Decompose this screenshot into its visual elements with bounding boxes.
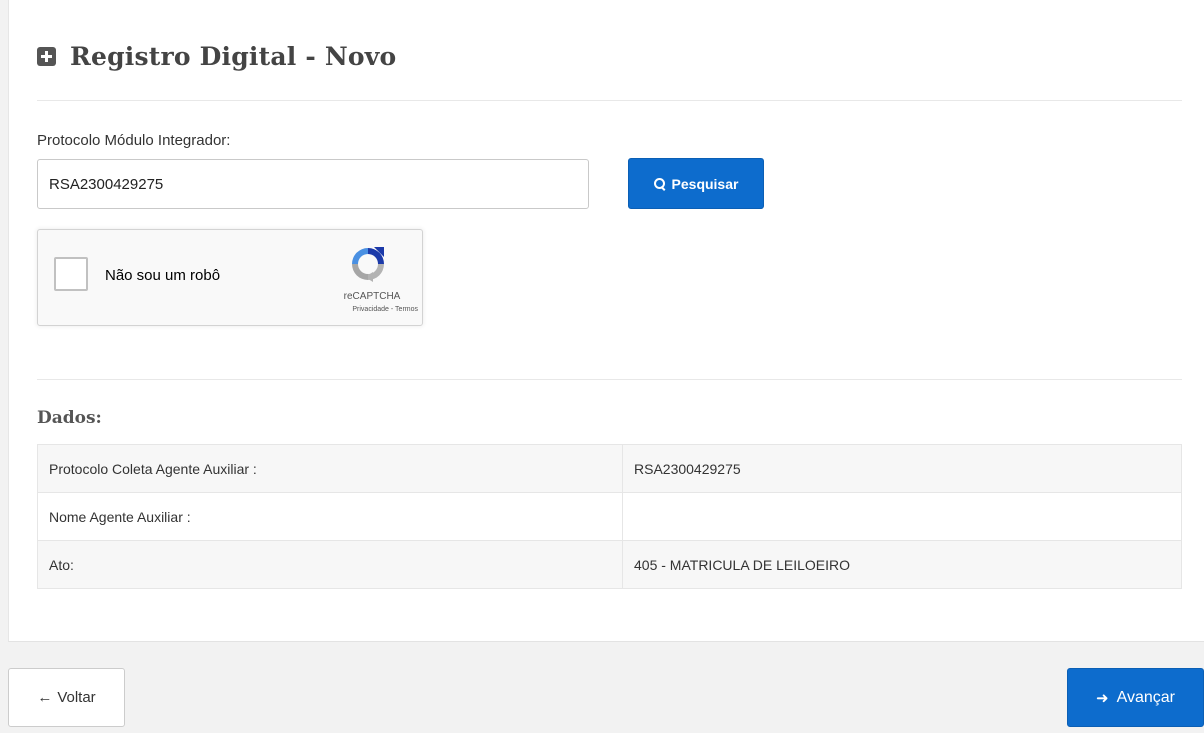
recaptcha-label: Não sou um robô bbox=[105, 267, 221, 284]
back-button-label: Voltar bbox=[57, 689, 96, 706]
recaptcha-brand: reCAPTCHA bbox=[343, 291, 401, 302]
next-button[interactable]: ➜ Avançar bbox=[1067, 668, 1204, 727]
back-button[interactable]: ← Voltar bbox=[8, 668, 125, 727]
protocolo-input[interactable] bbox=[37, 159, 589, 209]
main-panel: Registro Digital - Novo Protocolo Módulo… bbox=[8, 0, 1204, 642]
search-icon bbox=[653, 177, 666, 190]
recaptcha-checkbox[interactable] bbox=[54, 257, 88, 291]
recaptcha-widget: Não sou um robô reCAPTCHA Privacidade - … bbox=[37, 229, 423, 326]
plus-square-icon bbox=[37, 47, 56, 66]
table-key: Ato: bbox=[37, 540, 623, 589]
table-row: Protocolo Coleta Agente Auxiliar : RSA23… bbox=[37, 444, 1182, 493]
table-value bbox=[622, 492, 1182, 541]
search-button[interactable]: Pesquisar bbox=[628, 158, 764, 209]
recaptcha-logo-icon bbox=[352, 247, 384, 282]
table-key: Nome Agente Auxiliar : bbox=[37, 492, 623, 541]
page-title: Registro Digital - Novo bbox=[70, 42, 397, 71]
arrow-left-icon: ← bbox=[37, 689, 53, 706]
title-row: Registro Digital - Novo bbox=[37, 42, 396, 71]
table-row: Nome Agente Auxiliar : bbox=[37, 492, 1182, 541]
table-value: 405 - MATRICULA DE LEILOEIRO bbox=[622, 540, 1182, 589]
search-button-label: Pesquisar bbox=[671, 175, 739, 192]
data-table: Protocolo Coleta Agente Auxiliar : RSA23… bbox=[37, 444, 1182, 589]
table-row: Ato: 405 - MATRICULA DE LEILOEIRO bbox=[37, 540, 1182, 589]
section-title-dados: Dados: bbox=[37, 408, 102, 428]
divider bbox=[37, 379, 1182, 380]
next-button-label: Avançar bbox=[1116, 688, 1175, 706]
table-key: Protocolo Coleta Agente Auxiliar : bbox=[37, 444, 623, 493]
arrow-right-icon: ➜ bbox=[1096, 689, 1109, 707]
protocolo-label: Protocolo Módulo Integrador: bbox=[37, 132, 231, 149]
divider bbox=[37, 100, 1182, 101]
recaptcha-links[interactable]: Privacidade - Termos bbox=[308, 306, 418, 313]
table-value: RSA2300429275 bbox=[622, 444, 1182, 493]
